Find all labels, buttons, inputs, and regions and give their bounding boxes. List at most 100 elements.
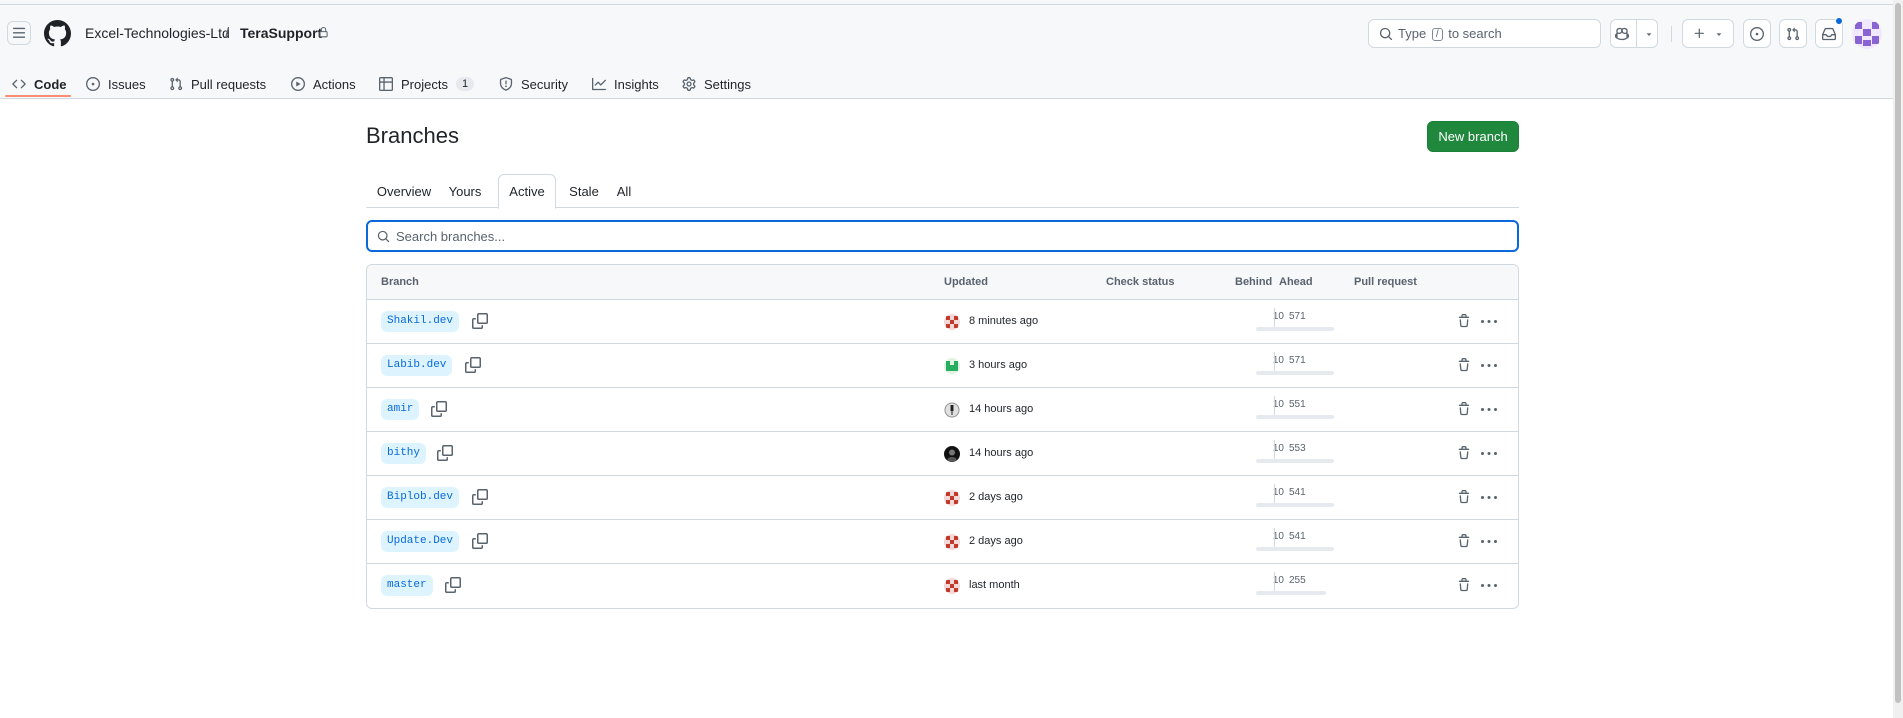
table-row: Biplob.dev 2 days ago 10 541 xyxy=(367,476,1518,520)
app-header: Excel-Technologies-Ltd / TeraSupport Typ… xyxy=(0,5,1903,99)
kebab-icon[interactable] xyxy=(1481,578,1497,594)
behind-count: 10 xyxy=(1272,443,1284,454)
behind-ahead-bar xyxy=(1256,503,1334,507)
trash-icon[interactable] xyxy=(1457,314,1471,328)
trash-icon[interactable] xyxy=(1457,402,1471,416)
table-icon xyxy=(379,77,393,91)
copy-icon[interactable] xyxy=(445,577,461,593)
pull-requests-button[interactable] xyxy=(1779,19,1807,48)
scrollbar-thumb[interactable] xyxy=(1895,3,1901,703)
issue-icon xyxy=(86,77,100,91)
branch-search-field[interactable] xyxy=(366,220,1519,252)
gear-icon xyxy=(682,77,696,91)
copy-icon[interactable] xyxy=(431,401,447,417)
author-avatar[interactable] xyxy=(944,490,960,506)
hamburger-icon[interactable] xyxy=(7,21,31,45)
tab-issues[interactable]: Issues xyxy=(86,65,146,103)
search-placeholder: Type / to search xyxy=(1398,26,1502,41)
author-avatar[interactable] xyxy=(944,578,960,594)
ahead-count: 255 xyxy=(1289,575,1306,586)
shield-icon xyxy=(499,77,513,91)
behind-count: 10 xyxy=(1272,531,1284,542)
branch-name-link[interactable]: amir xyxy=(381,399,420,420)
trash-icon[interactable] xyxy=(1457,446,1471,460)
kebab-icon[interactable] xyxy=(1481,402,1497,418)
kebab-icon[interactable] xyxy=(1481,534,1497,550)
kebab-icon[interactable] xyxy=(1481,314,1497,330)
behind-count: 10 xyxy=(1272,399,1284,410)
table-row: amir 14 hours ago 10 551 xyxy=(367,388,1518,432)
trash-icon[interactable] xyxy=(1457,358,1471,372)
author-avatar[interactable] xyxy=(944,534,960,550)
kebab-icon[interactable] xyxy=(1481,446,1497,462)
branch-name-link[interactable]: bithy xyxy=(381,443,427,464)
graph-icon xyxy=(592,77,606,91)
pull-request-icon xyxy=(170,77,183,91)
tab-yours[interactable]: Yours xyxy=(442,174,488,209)
tab-insights-label: Insights xyxy=(614,76,659,92)
create-new-button[interactable] xyxy=(1682,19,1734,48)
tab-all[interactable]: All xyxy=(609,174,639,209)
notification-indicator xyxy=(1835,17,1843,25)
global-search-input[interactable]: Type / to search xyxy=(1368,19,1601,48)
trash-icon[interactable] xyxy=(1457,578,1471,592)
behind-count: 10 xyxy=(1272,311,1284,322)
kebab-icon[interactable] xyxy=(1481,490,1497,506)
copy-icon[interactable] xyxy=(472,533,488,549)
author-avatar[interactable] xyxy=(944,402,960,418)
author-avatar[interactable] xyxy=(944,446,960,462)
tab-security-label: Security xyxy=(521,76,568,92)
tab-code[interactable]: Code xyxy=(12,65,67,103)
tab-overview[interactable]: Overview xyxy=(366,174,442,209)
ahead-count: 571 xyxy=(1289,311,1306,322)
trash-icon[interactable] xyxy=(1457,490,1471,504)
author-avatar[interactable] xyxy=(944,314,960,330)
copy-icon[interactable] xyxy=(472,489,488,505)
new-branch-button[interactable]: New branch xyxy=(1427,121,1519,152)
column-header-ahead: Ahead xyxy=(1279,276,1313,288)
branches-table: Branch Updated Check status Behind Ahead… xyxy=(366,264,1519,609)
behind-ahead-bar xyxy=(1256,547,1334,551)
breadcrumb-owner[interactable]: Excel-Technologies-Ltd xyxy=(85,25,230,41)
branch-name-link[interactable]: master xyxy=(381,575,433,596)
branch-name-link[interactable]: Shakil.dev xyxy=(381,311,460,332)
search-suffix: to search xyxy=(1448,26,1502,41)
branch-name-link[interactable]: Biplob.dev xyxy=(381,487,460,508)
behind-ahead-bar xyxy=(1256,591,1326,595)
tab-insights[interactable]: Insights xyxy=(592,65,659,103)
updated-time: 14 hours ago xyxy=(969,447,1034,459)
page-scrollbar[interactable] xyxy=(1893,0,1903,718)
author-avatar[interactable] xyxy=(944,358,960,374)
ahead-count: 541 xyxy=(1289,487,1306,498)
tab-stale[interactable]: Stale xyxy=(559,174,609,209)
tab-security[interactable]: Security xyxy=(499,65,568,103)
breadcrumb-repo[interactable]: TeraSupport xyxy=(240,25,322,41)
issues-button[interactable] xyxy=(1743,19,1771,48)
repo-nav: Code Issues Pull requests Actions Projec… xyxy=(0,65,1903,103)
tab-active[interactable]: Active xyxy=(498,174,556,209)
copy-icon[interactable] xyxy=(465,357,481,373)
user-avatar[interactable] xyxy=(1852,19,1882,49)
github-logo-icon[interactable] xyxy=(44,20,71,47)
branch-search-input[interactable] xyxy=(396,227,1496,245)
branch-name-link[interactable]: Labib.dev xyxy=(381,355,453,376)
branch-filter-tabs: Overview Yours Active Stale All xyxy=(366,174,1519,209)
updated-time: 3 hours ago xyxy=(969,359,1028,371)
copy-icon[interactable] xyxy=(437,445,453,461)
tab-settings[interactable]: Settings xyxy=(682,65,751,103)
kebab-icon[interactable] xyxy=(1481,358,1497,374)
play-icon xyxy=(291,77,305,91)
tab-pull-requests[interactable]: Pull requests xyxy=(169,65,266,103)
copilot-button[interactable] xyxy=(1610,19,1658,48)
search-icon xyxy=(377,230,390,243)
search-key-hint: / xyxy=(1431,28,1443,41)
ahead-count: 541 xyxy=(1289,531,1306,542)
tab-actions-label: Actions xyxy=(313,76,356,92)
tab-projects[interactable]: Projects 1 xyxy=(379,65,475,103)
copy-icon[interactable] xyxy=(472,313,488,329)
table-row: Update.Dev 2 days ago 10 541 xyxy=(367,520,1518,564)
trash-icon[interactable] xyxy=(1457,534,1471,548)
header-divider xyxy=(1671,26,1672,42)
branch-name-link[interactable]: Update.Dev xyxy=(381,531,460,552)
tab-actions[interactable]: Actions xyxy=(291,65,356,103)
